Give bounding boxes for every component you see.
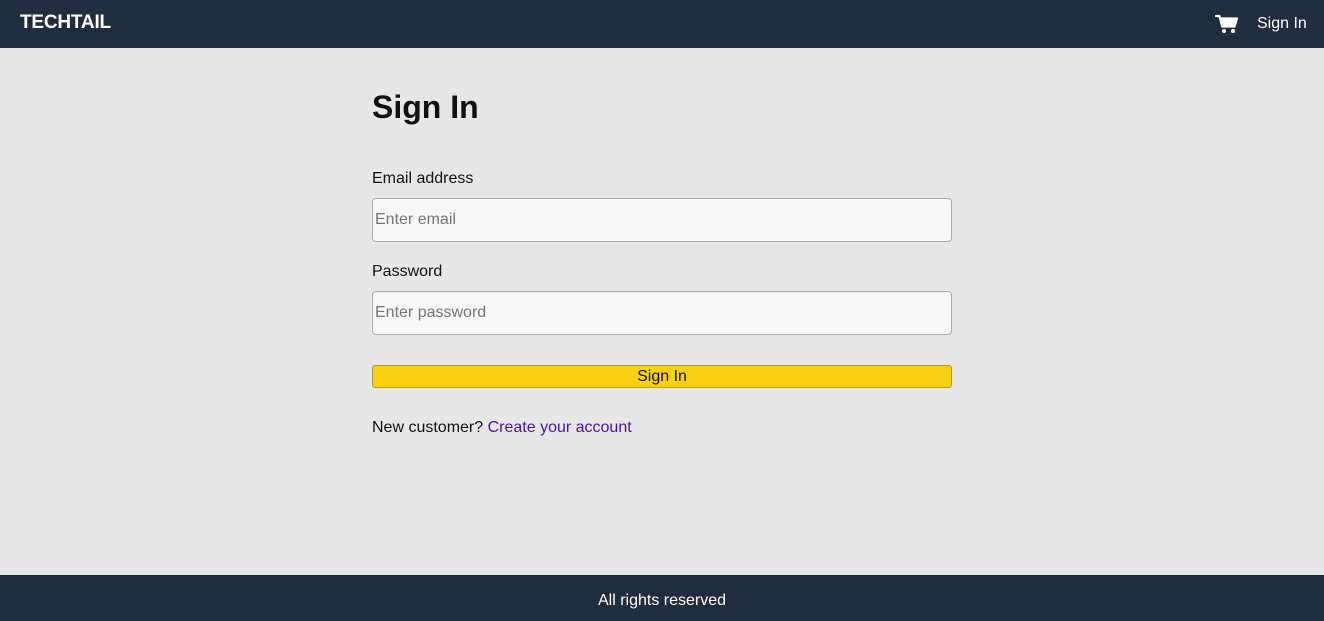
page-title: Sign In	[372, 89, 479, 125]
cart-link[interactable]	[1215, 14, 1239, 34]
nav-signin-link[interactable]: Sign In	[1257, 14, 1307, 33]
brand-logo[interactable]: TECHTAIL	[20, 12, 111, 34]
password-field[interactable]	[372, 291, 952, 335]
register-row: New customer? Create your account	[372, 418, 632, 437]
email-label: Email address	[372, 170, 474, 187]
new-customer-prompt: New customer?	[372, 419, 488, 436]
footer: All rights reserved	[0, 575, 1324, 621]
signin-button[interactable]: Sign In	[372, 365, 952, 388]
navbar: TECHTAIL Sign In	[0, 0, 1324, 48]
create-account-link[interactable]: Create your account	[488, 419, 632, 436]
password-label: Password	[372, 263, 443, 280]
main-content: Sign In Email address Password Sign In N…	[0, 48, 1324, 575]
shopping-cart-icon	[1215, 14, 1239, 33]
email-field[interactable]	[372, 198, 952, 242]
footer-copyright: All rights reserved	[597, 592, 727, 609]
